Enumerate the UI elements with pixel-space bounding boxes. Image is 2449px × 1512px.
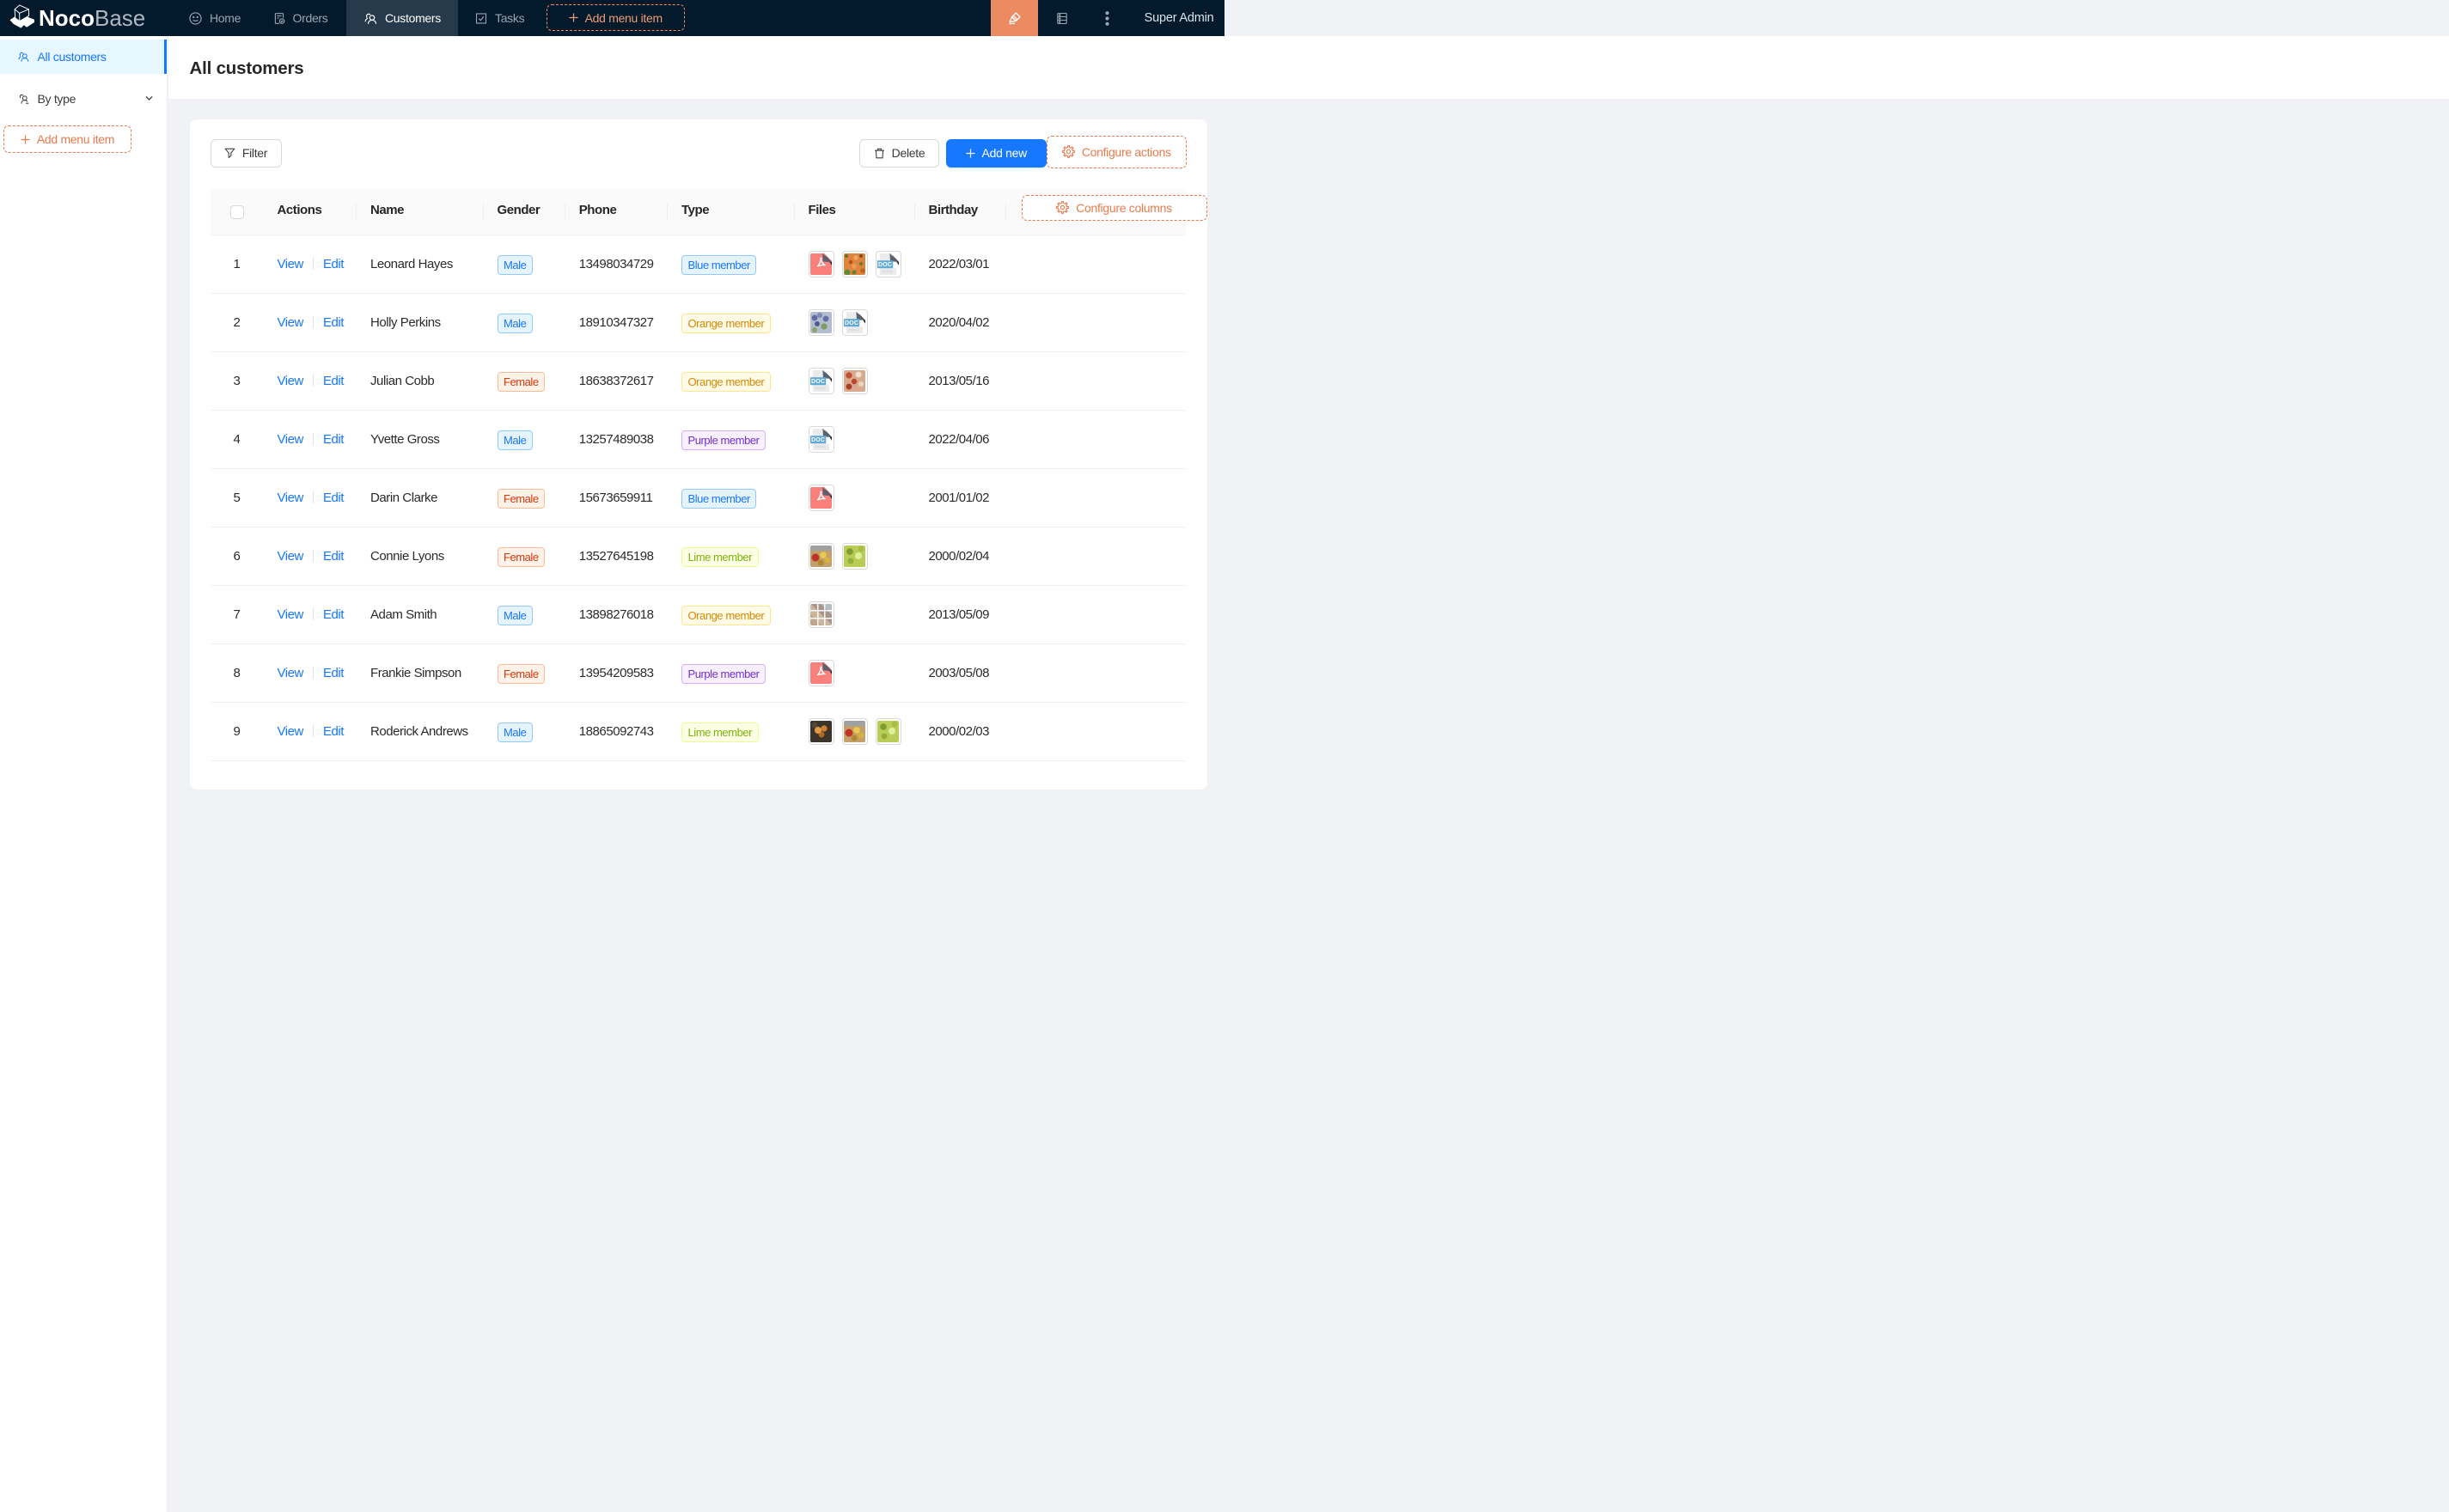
svg-text:DOC: DOC <box>845 320 858 326</box>
svg-text:DOC: DOC <box>811 437 825 443</box>
svg-text:DOC: DOC <box>878 262 892 268</box>
svg-text:DOC: DOC <box>811 379 825 385</box>
